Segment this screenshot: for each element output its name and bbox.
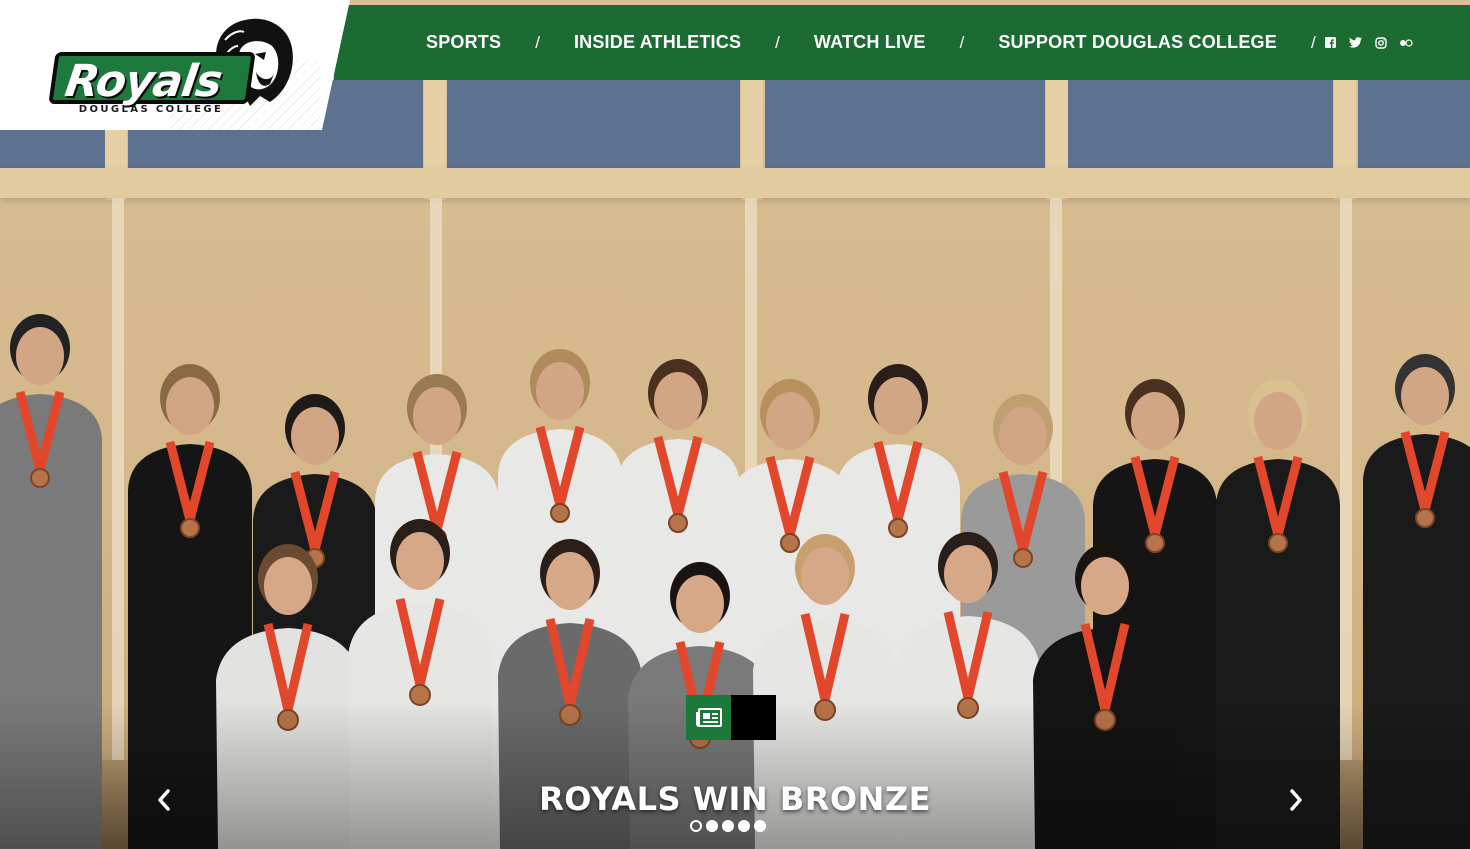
- slider-dot[interactable]: [690, 820, 702, 832]
- person-head: [1081, 557, 1129, 615]
- medal: [1268, 533, 1288, 553]
- medal: [668, 513, 688, 533]
- instagram-icon[interactable]: [1374, 36, 1388, 50]
- newspaper-icon: [686, 695, 731, 740]
- nav-item-watch-live[interactable]: WATCH LIVE: [814, 32, 926, 53]
- person-head: [16, 327, 64, 385]
- nav-separator: /: [535, 32, 540, 52]
- medal: [30, 468, 50, 488]
- person-head: [536, 362, 584, 420]
- nav-item-sports[interactable]: SPORTS: [426, 32, 501, 53]
- person-head: [999, 407, 1047, 465]
- twitter-icon[interactable]: [1349, 36, 1363, 50]
- person-head: [1131, 392, 1179, 450]
- person-head: [166, 377, 214, 435]
- nav-item-support-douglas-college[interactable]: SUPPORT DOUGLAS COLLEGE: [998, 32, 1277, 53]
- person-head: [874, 377, 922, 435]
- slider-dot[interactable]: [706, 820, 718, 832]
- medal: [550, 503, 570, 523]
- slide-category-tag[interactable]: [686, 695, 776, 740]
- medal: [180, 518, 200, 538]
- social-links: [1324, 36, 1413, 50]
- flickr-icon[interactable]: [1399, 36, 1413, 50]
- person-head: [801, 547, 849, 605]
- person-head: [654, 372, 702, 430]
- slider-pagination: [690, 820, 766, 832]
- medal: [888, 518, 908, 538]
- nav-separator: /: [1310, 32, 1316, 52]
- person-head: [1254, 392, 1302, 450]
- person-head: [546, 552, 594, 610]
- facebook-icon[interactable]: [1324, 36, 1338, 50]
- person-head: [396, 532, 444, 590]
- medal: [1145, 533, 1165, 553]
- main-navigation: SPORTS / INSIDE ATHLETICS / WATCH LIVE /…: [334, 5, 1470, 80]
- logo-subtitle: DOUGLAS COLLEGE: [78, 104, 224, 115]
- logo-wordmark: Royals: [48, 52, 256, 107]
- nav-separator: /: [775, 32, 780, 52]
- logo-link[interactable]: Royals DOUGLAS COLLEGE: [0, 0, 350, 130]
- person-head: [1401, 367, 1449, 425]
- medal: [780, 533, 800, 553]
- person-head: [264, 557, 312, 615]
- person-head: [766, 392, 814, 450]
- person-head: [291, 407, 339, 465]
- slider-dot[interactable]: [738, 820, 750, 832]
- medal: [1415, 508, 1435, 528]
- person-head: [676, 575, 724, 633]
- nav-separator: /: [959, 32, 965, 52]
- slider-dot[interactable]: [754, 820, 766, 832]
- medal: [1013, 548, 1033, 568]
- person-head: [413, 387, 461, 445]
- nav-item-inside-athletics[interactable]: INSIDE ATHLETICS: [574, 32, 741, 53]
- person-head: [944, 545, 992, 603]
- slider-dot[interactable]: [722, 820, 734, 832]
- slide-headline[interactable]: ROYALS WIN BRONZE: [0, 780, 1470, 818]
